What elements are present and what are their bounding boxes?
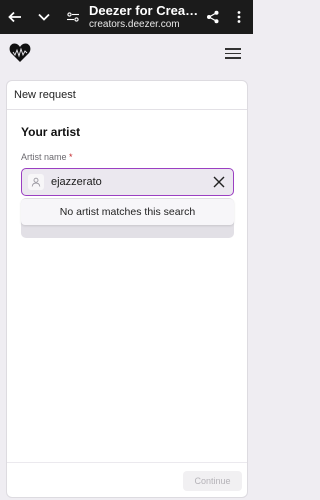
close-icon[interactable]: [212, 175, 226, 189]
continue-button[interactable]: Continue: [183, 471, 242, 491]
request-card: New request Your artist Artist name * No…: [6, 80, 248, 498]
search-results-dropdown: No artist matches this search: [21, 199, 234, 225]
site-header: [0, 34, 253, 74]
artist-search-input[interactable]: [51, 170, 201, 194]
artist-search-field[interactable]: [21, 168, 234, 196]
no-results-message: No artist matches this search: [59, 206, 196, 218]
browser-url[interactable]: creators.deezer.com: [89, 19, 180, 30]
more-vert-icon[interactable]: [230, 8, 248, 26]
deezer-logo-icon[interactable]: [9, 43, 31, 68]
artist-name-label: Artist name *: [21, 152, 73, 162]
back-arrow-icon[interactable]: [6, 8, 24, 26]
share-icon[interactable]: [204, 8, 222, 26]
section-title: Your artist: [21, 125, 81, 139]
site-settings-icon[interactable]: [64, 8, 82, 26]
required-marker: *: [69, 152, 73, 162]
user-icon: [28, 174, 44, 190]
browser-toolbar: Deezer for Creat... creators.deezer.com: [0, 0, 253, 34]
browser-title: Deezer for Creat...: [89, 3, 199, 18]
chevron-down-icon[interactable]: [35, 8, 53, 26]
hamburger-menu-icon[interactable]: [225, 48, 241, 60]
artist-name-label-text: Artist name: [21, 152, 67, 162]
footer-divider: [7, 462, 247, 463]
card-header: New request: [7, 81, 247, 110]
